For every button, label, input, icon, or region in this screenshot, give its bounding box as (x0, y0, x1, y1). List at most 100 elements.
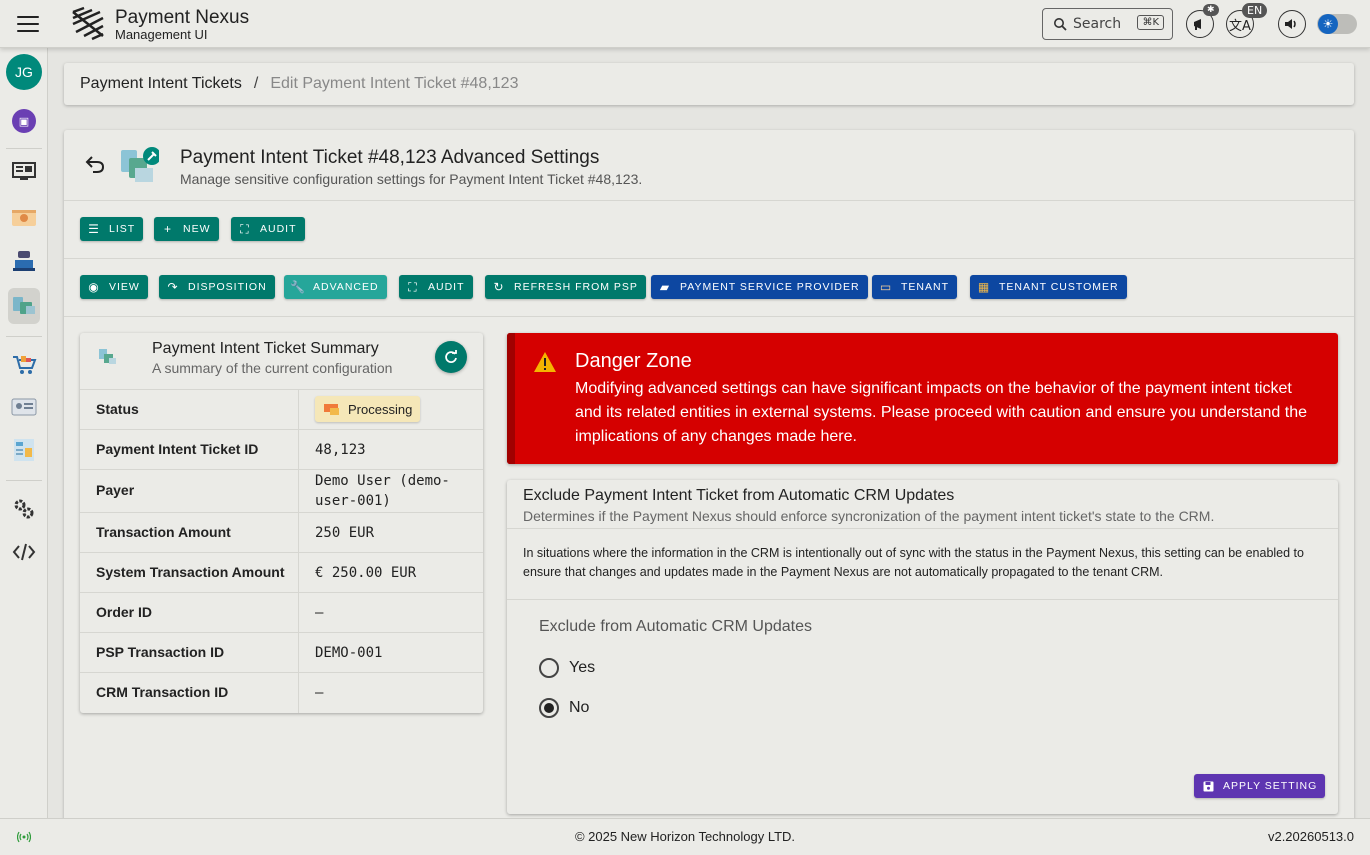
back-icon[interactable] (84, 152, 106, 174)
field-label: Exclude from Automatic CRM Updates (539, 618, 812, 635)
crm-exclusion-setting-card: Exclude Payment Intent Ticket from Autom… (507, 480, 1338, 814)
organization-avatar[interactable]: ▣ (12, 109, 36, 133)
eye-icon: ◉ (88, 280, 100, 294)
setting-description: In situations where the information in t… (523, 546, 1304, 579)
sun-icon: ☀ (1318, 14, 1338, 34)
payment-intent-settings-icon (121, 147, 159, 182)
summary-row-psp-transaction-id: PSP Transaction ID DEMO-001 (80, 632, 483, 672)
radio-yes[interactable] (539, 658, 559, 678)
sidebar: JG ▣ (0, 48, 48, 818)
psp-button[interactable]: ▰ PAYMENT SERVICE PROVIDER (651, 275, 868, 299)
summary-row-ticket-id: Payment Intent Ticket ID 48,123 (80, 429, 483, 469)
sidebar-item-shop[interactable] (8, 348, 40, 380)
plus-icon: + (163, 222, 172, 236)
notification-badge-icon: ✱ (1203, 4, 1219, 16)
divider (507, 599, 1338, 600)
column-divider (298, 390, 299, 429)
tenant-button-label: TENANT (901, 281, 949, 293)
tenant-customer-button[interactable]: ▦ TENANT CUSTOMER (970, 275, 1127, 299)
sidebar-item-developer[interactable] (8, 536, 40, 568)
search-button[interactable]: Search ⌘K (1042, 8, 1173, 40)
payment-intent-icon (99, 349, 116, 364)
list-button[interactable]: ☰ LIST (80, 217, 144, 241)
view-button[interactable]: ◉ VIEW (80, 275, 148, 299)
apply-setting-label: APPLY SETTING (1223, 780, 1318, 792)
cart-icon (13, 356, 37, 374)
list-button-label: LIST (109, 223, 136, 235)
sidebar-item-settings[interactable] (8, 493, 40, 525)
scan-icon: ⛶ (240, 221, 250, 236)
audit-button[interactable]: ⛶ AUDIT (399, 275, 473, 299)
summary-row-crm-transaction-id: CRM Transaction ID – (80, 672, 483, 713)
code-icon (12, 543, 36, 561)
breadcrumb-current: Edit Payment Intent Ticket #48,123 (270, 75, 519, 92)
setting-subtitle: Determines if the Payment Nexus should e… (523, 508, 1215, 524)
column-divider (298, 430, 299, 469)
summary-refresh-button[interactable] (435, 341, 467, 373)
summary-title: Payment Intent Ticket Summary (152, 340, 379, 357)
theme-toggle[interactable]: ☀ (1317, 14, 1357, 34)
psp-icon: ▰ (659, 280, 671, 294)
wrench-icon: 🔧 (290, 280, 306, 294)
sidebar-divider (6, 148, 42, 149)
sidebar-item-psp[interactable] (8, 245, 40, 277)
refresh-from-psp-button[interactable]: ↻ REFRESH FROM PSP (485, 275, 646, 299)
divider (64, 258, 1354, 259)
column-divider (298, 470, 299, 512)
crm-transaction-id-label: CRM Transaction ID (96, 684, 229, 700)
avatar[interactable]: JG (6, 54, 42, 90)
tenant-icon (12, 210, 36, 226)
divider (64, 200, 1354, 201)
apply-setting-button[interactable]: APPLY SETTING (1194, 774, 1326, 798)
refresh-icon (445, 350, 457, 363)
danger-zone-title: Danger Zone (575, 350, 692, 372)
sidebar-item-tenants[interactable] (8, 202, 40, 234)
divider (64, 316, 1354, 317)
divider (507, 528, 1338, 529)
summary-card: Payment Intent Ticket Summary A summary … (80, 333, 483, 713)
summary-row-order-id: Order ID – (80, 592, 483, 632)
search-icon (1054, 18, 1067, 31)
column-divider (298, 553, 299, 592)
status-badge-label: Processing (348, 401, 413, 417)
sidebar-item-customers[interactable] (8, 391, 40, 423)
audit-list-button[interactable]: ⛶ AUDIT (231, 217, 305, 241)
speaker-icon (1285, 19, 1296, 29)
danger-zone-text: Modifying advanced settings can have sig… (575, 380, 1307, 445)
language-badge: EN (1242, 3, 1268, 18)
disposition-button[interactable]: ↷ DISPOSITION (159, 275, 275, 299)
sound-button[interactable] (1278, 10, 1306, 38)
payment-nexus-logo (72, 6, 104, 41)
view-button-label: VIEW (109, 281, 140, 293)
receipt-icon (14, 439, 34, 461)
ticket-icon (324, 404, 339, 415)
summary-row-status: Status Processing (80, 389, 483, 429)
save-icon (1202, 780, 1214, 792)
sidebar-divider (6, 480, 42, 481)
order-id-label: Order ID (96, 604, 153, 620)
sidebar-item-dashboard[interactable] (8, 156, 40, 188)
audit-list-button-label: AUDIT (260, 223, 297, 235)
redo-icon: ↷ (167, 280, 179, 294)
radio-yes-label[interactable]: Yes (569, 659, 595, 677)
setting-title: Exclude Payment Intent Ticket from Autom… (523, 487, 955, 504)
menu-icon[interactable] (16, 14, 40, 34)
radio-no[interactable] (539, 698, 559, 718)
payment-intent-icon (13, 297, 35, 314)
sidebar-item-payment-intents[interactable] (8, 288, 40, 324)
tenant-button[interactable]: ▭ TENANT (872, 275, 957, 299)
transaction-amount-value: 250 EUR (315, 525, 375, 541)
sidebar-item-reports[interactable] (8, 434, 40, 466)
breadcrumb: Payment Intent Tickets / Edit Payment In… (64, 63, 1354, 105)
footer: © 2025 New Horizon Technology LTD. v2.20… (0, 818, 1370, 855)
new-button[interactable]: + NEW (154, 217, 219, 241)
advanced-button[interactable]: 🔧 ADVANCED (284, 275, 387, 299)
audit-button-label: AUDIT (428, 281, 465, 293)
top-app-bar: Payment Nexus Management UI Search ⌘K ✱ … (0, 0, 1370, 48)
radio-no-label[interactable]: No (569, 699, 589, 717)
sidebar-divider (6, 336, 42, 337)
payer-value: Demo User (demo-user-001) (315, 473, 450, 509)
warning-icon (534, 352, 556, 372)
breadcrumb-parent-link[interactable]: Payment Intent Tickets (80, 75, 242, 93)
ticket-id-label: Payment Intent Ticket ID (96, 441, 259, 457)
